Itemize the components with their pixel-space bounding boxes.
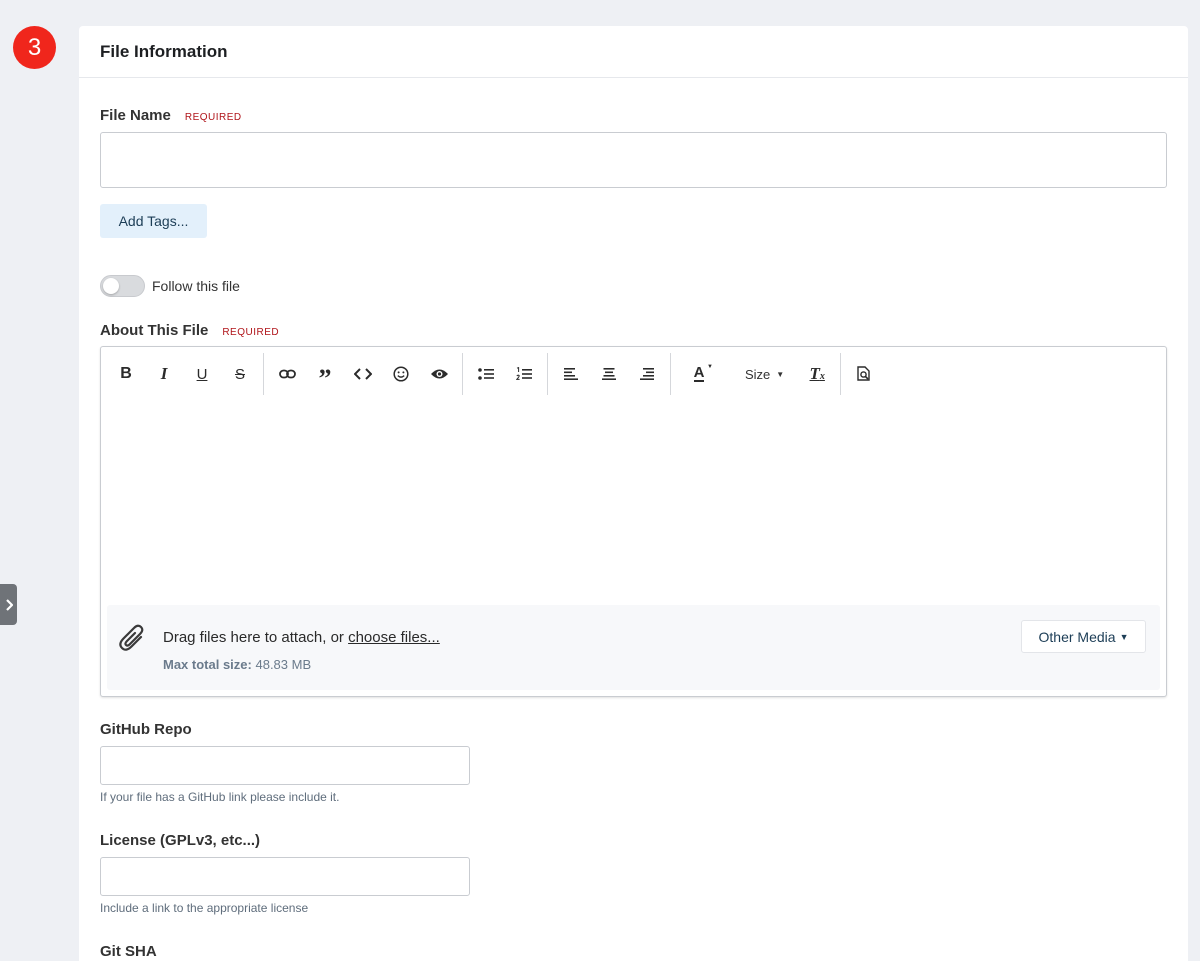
license-help: Include a link to the appropriate licens… [100,901,309,915]
toolbar-divider [547,353,548,395]
numbered-list-button[interactable] [505,355,543,393]
file-information-card: File Information File Name REQUIRED Add … [79,26,1188,961]
align-center-icon [602,368,616,380]
attachment-dropzone[interactable]: Drag files here to attach, or choose fil… [107,605,1160,690]
clear-formatting-t: T [809,364,820,383]
github-repo-help: If your file has a GitHub link please in… [100,790,340,804]
other-media-button[interactable]: Other Media ▼ [1021,620,1146,653]
clear-formatting-x: x [819,371,825,382]
quote-button[interactable]: ” [306,355,344,393]
github-repo-label: GitHub Repo [100,721,192,738]
align-left-icon [564,368,578,380]
card-title: File Information [100,41,228,61]
toolbar-divider [840,353,842,395]
rich-text-editor: B I U S ” A ▼ Size ▼ Tx Drag files here … [100,346,1167,697]
align-center-button[interactable] [590,355,628,393]
preview-button[interactable] [420,355,458,393]
step-number-badge: 3 [13,26,56,69]
dropdown-caret-icon: ▼ [707,364,713,370]
align-right-button[interactable] [628,355,666,393]
dropdown-caret-icon: ▼ [1119,631,1129,642]
required-tag: REQUIRED [184,112,242,123]
emoji-button[interactable] [382,355,420,393]
about-file-label: About This File REQUIRED [100,322,279,339]
toggle-knob [103,278,119,294]
file-name-input[interactable] [100,132,1167,188]
file-name-label: File Name REQUIRED [100,107,242,124]
italic-icon: I [160,364,168,383]
about-file-label-text: About This File [100,322,209,339]
add-tags-button[interactable]: Add Tags... [100,204,207,238]
align-right-icon [640,368,654,380]
text-color-button[interactable]: A ▼ [675,355,723,393]
license-label: License (GPLv3, etc...) [100,832,260,849]
code-button[interactable] [344,355,382,393]
document-search-icon [857,366,870,381]
link-icon [278,369,296,379]
editor-toolbar: B I U S ” A ▼ Size ▼ Tx [101,347,1166,401]
clear-formatting-icon: Tx [810,364,825,384]
text-color-icon: A [693,364,705,382]
choose-files-link[interactable]: choose files... [348,629,440,646]
chevron-right-icon [5,598,13,611]
follow-file-label: Follow this file [152,278,240,294]
numbered-list-icon [516,367,532,380]
license-input[interactable] [100,857,470,896]
toolbar-divider [263,353,264,395]
editor-content-area[interactable] [101,401,1166,601]
font-size-label: Size [745,366,771,382]
link-button[interactable] [268,355,306,393]
sidebar-expand-tab[interactable] [0,584,17,625]
max-size-label: Max total size: [163,657,252,672]
git-sha-label-text: Git SHA [100,943,157,960]
paperclip-icon [119,624,144,651]
github-repo-input[interactable] [100,746,470,785]
dropdown-caret-icon: ▼ [776,369,785,379]
git-sha-label: Git SHA [100,943,157,960]
bold-icon: B [120,365,132,382]
required-tag: REQUIRED [222,327,280,338]
max-size-value: 48.83 MB [255,657,312,672]
github-repo-label-text: GitHub Repo [100,721,192,738]
code-icon [354,368,372,380]
toolbar-divider [670,353,671,395]
underline-icon: U [196,365,208,383]
license-label-text: License (GPLv3, etc...) [100,832,261,849]
attachment-prefix-text: Drag files here to attach, or [163,629,349,646]
attachment-instructions: Drag files here to attach, or choose fil… [163,629,440,646]
follow-file-toggle[interactable] [100,275,145,297]
file-name-label-text: File Name [100,107,171,124]
strikethrough-icon: S [234,365,245,383]
max-size-info: Max total size: 48.83 MB [163,657,311,672]
underline-button[interactable]: U [183,355,221,393]
other-media-label: Other Media [1038,628,1116,645]
source-view-button[interactable] [845,355,883,393]
italic-button[interactable]: I [145,355,183,393]
eye-icon [430,369,448,379]
smiley-icon [393,366,409,382]
clear-formatting-button[interactable]: Tx [798,355,836,393]
bullet-list-button[interactable] [467,355,505,393]
card-header: File Information [79,26,1188,78]
font-size-dropdown[interactable]: Size ▼ [723,355,798,393]
strikethrough-button[interactable]: S [221,355,259,393]
quote-icon: ” [318,364,332,393]
bullet-list-icon [478,368,494,380]
toolbar-divider [462,353,463,395]
bold-button[interactable]: B [107,355,145,393]
step-number: 3 [27,33,42,61]
align-left-button[interactable] [552,355,590,393]
